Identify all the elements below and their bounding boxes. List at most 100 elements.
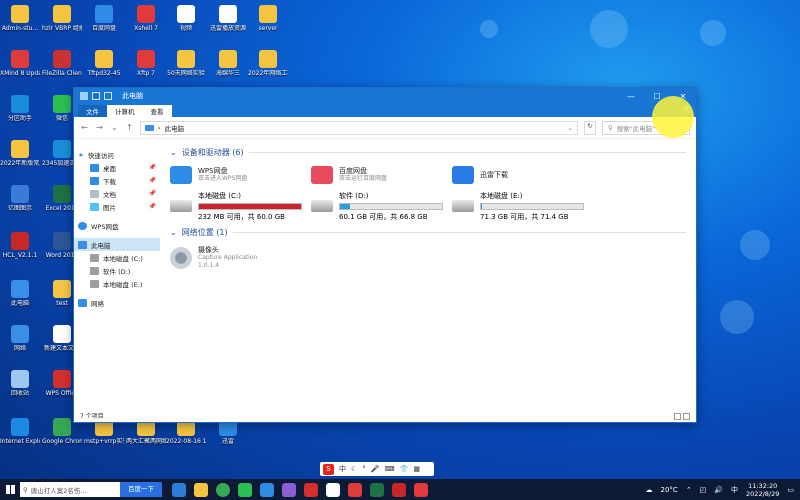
moon-icon[interactable]: ☾ bbox=[351, 465, 357, 473]
desktop-icon[interactable]: 海绵华三 bbox=[208, 50, 248, 77]
back-button[interactable]: ← bbox=[80, 123, 89, 132]
xshell-icon[interactable] bbox=[348, 482, 362, 497]
nav-desktop[interactable]: 桌面 📌 bbox=[74, 161, 160, 174]
device-tile[interactable]: 迅雷下载 bbox=[452, 161, 593, 189]
file-explorer-icon[interactable] bbox=[194, 482, 208, 497]
desktop-icon[interactable]: 此电脑 bbox=[0, 280, 40, 307]
large-icons-view-button[interactable] bbox=[683, 413, 690, 420]
punctuation-icon[interactable]: ° bbox=[362, 465, 366, 473]
desktop-icon[interactable]: 2022年网络工程... bbox=[248, 50, 288, 77]
nav-wps[interactable]: WPS网盘 bbox=[74, 219, 160, 232]
clock-time: 11:32:20 bbox=[748, 481, 778, 490]
keyboard-icon[interactable]: ⌨ bbox=[385, 465, 395, 473]
drive-icon bbox=[90, 279, 99, 288]
desktop-icon[interactable]: 50天网络实验 bbox=[166, 50, 206, 77]
app-icon bbox=[53, 50, 71, 68]
nav-drive-e[interactable]: 本地磁盘 (E:) bbox=[74, 277, 160, 290]
network-device-camera[interactable]: 摄像头 Capture Application 1.0.1.4 bbox=[170, 241, 311, 275]
address-bar[interactable]: › 此电脑 ⌄ bbox=[140, 120, 578, 135]
desktop-icon[interactable]: Xshell 7 bbox=[126, 5, 166, 32]
desktop-icon[interactable]: 网络 bbox=[0, 325, 40, 352]
app-icon[interactable] bbox=[326, 482, 340, 497]
app-icon[interactable] bbox=[282, 482, 296, 497]
up-button[interactable]: ↑ bbox=[125, 123, 134, 132]
network-icon[interactable]: ◰ bbox=[700, 486, 707, 494]
undo-icon[interactable] bbox=[92, 92, 100, 100]
baidu-netdisk-icon[interactable] bbox=[260, 482, 274, 497]
desktop-icon[interactable]: 视频 bbox=[166, 5, 206, 32]
desktop-icon[interactable]: 2022年新版常用工具箱 bbox=[0, 140, 40, 167]
device-tile[interactable]: WPS网盘 双击进入WPS网盘 bbox=[170, 161, 311, 189]
desktop-icon[interactable]: FileZilla Client bbox=[42, 50, 82, 77]
details-view-button[interactable] bbox=[674, 413, 681, 420]
pictures-icon bbox=[90, 202, 99, 211]
device-tile[interactable]: 百度网盘 双击运行百度网盘 bbox=[311, 161, 452, 189]
nav-network[interactable]: 网络 bbox=[74, 296, 160, 309]
drive-tile[interactable]: 本地磁盘 (E:) 71.3 GB 可用，共 71.4 GB bbox=[452, 192, 593, 221]
desktop-icon-label: 此电脑 bbox=[10, 300, 29, 307]
tab-view[interactable]: 查看 bbox=[142, 105, 172, 117]
app-icon bbox=[137, 50, 155, 68]
nav-documents[interactable]: 文档 📌 bbox=[74, 187, 160, 200]
desktop-icon[interactable]: server bbox=[248, 5, 288, 32]
weather-temperature[interactable]: 20°C bbox=[661, 486, 678, 494]
chevron-down-icon[interactable]: ⌄ bbox=[568, 124, 573, 132]
shirt-icon[interactable]: 👕 bbox=[400, 465, 409, 473]
desktop-icon[interactable]: Tftpd32-45 bbox=[84, 50, 124, 77]
notification-icon[interactable]: ▭ bbox=[787, 486, 794, 494]
hcl-icon[interactable] bbox=[392, 482, 406, 497]
ime-toolbar[interactable]: S 中 ☾ ° 🎤 ⌨ 👕 ▦ bbox=[320, 462, 434, 476]
clock[interactable]: 11:32:20 2022/8/29 bbox=[746, 482, 779, 498]
recent-button[interactable]: ⌄ bbox=[110, 123, 119, 132]
nav-downloads[interactable]: 下载 📌 bbox=[74, 174, 160, 187]
desktop-icon[interactable]: HCL_V2.1.1 bbox=[0, 232, 40, 259]
breadcrumb[interactable]: 此电脑 bbox=[165, 123, 185, 133]
desktop-icon[interactable]: Xftp 7 bbox=[126, 50, 166, 77]
nav-quick-access[interactable]: ★ 快速访问 bbox=[74, 148, 160, 161]
devices-section-header[interactable]: ⌄ 设备和驱动器 (6) bbox=[170, 146, 686, 158]
chevron-up-icon[interactable]: ⌃ bbox=[686, 486, 692, 494]
baidu-search-button[interactable]: 百度一下 bbox=[120, 482, 162, 497]
mic-icon[interactable]: 🎤 bbox=[371, 465, 380, 473]
desktop-icon[interactable]: 迅雷播放资源 bbox=[208, 5, 248, 32]
minimize-button[interactable]: — bbox=[618, 92, 644, 101]
desktop-icon-label: Google Chrome bbox=[42, 438, 82, 445]
desktop-icon[interactable]: 回收站 bbox=[0, 370, 40, 397]
drive-free-space: 71.3 GB 可用，共 71.4 GB bbox=[480, 212, 569, 221]
desktop-icon[interactable]: 百度网盘 bbox=[84, 5, 124, 32]
forward-button[interactable]: → bbox=[95, 123, 104, 132]
excel-icon[interactable] bbox=[370, 482, 384, 497]
volume-icon[interactable]: 🔊 bbox=[714, 486, 723, 494]
xftp-icon[interactable] bbox=[414, 482, 428, 497]
tab-computer[interactable]: 计算机 bbox=[107, 105, 143, 117]
wps-icon[interactable] bbox=[304, 482, 318, 497]
search-icon: ⚲ bbox=[23, 485, 28, 494]
desktop-icon[interactable]: Internet Explorer bbox=[0, 418, 40, 445]
refresh-button[interactable]: ↻ bbox=[584, 120, 596, 135]
desktop-icon[interactable]: 分区助手 bbox=[0, 95, 40, 122]
nav-drive-d[interactable]: 软件 (D:) bbox=[74, 264, 160, 277]
nav-this-pc[interactable]: 此电脑 bbox=[74, 238, 160, 251]
nav-drive-c[interactable]: 本地磁盘 (C:) bbox=[74, 251, 160, 264]
desktop-icon[interactable]: Admin-stu... bbox=[0, 5, 40, 32]
nav-pictures[interactable]: 图片 📌 bbox=[74, 200, 160, 213]
chrome-icon[interactable] bbox=[216, 482, 230, 497]
desktop-icon[interactable]: XMind 8 Update 9 bbox=[0, 50, 40, 77]
taskbar-search[interactable]: ⚲ 唐山打人案2名伤... bbox=[20, 482, 120, 497]
desktop-icon[interactable]: 亿图图示 bbox=[0, 185, 40, 212]
task-view-icon[interactable] bbox=[172, 482, 186, 497]
network-section-header[interactable]: ⌄ 网络位置 (1) bbox=[170, 226, 686, 238]
ime-mode[interactable]: 中 bbox=[339, 464, 346, 474]
app-icon bbox=[219, 5, 237, 23]
ime-indicator[interactable]: 中 bbox=[731, 485, 738, 495]
wechat-icon[interactable] bbox=[238, 482, 252, 497]
start-button[interactable] bbox=[0, 479, 20, 500]
pc-icon bbox=[78, 240, 87, 249]
tab-file[interactable]: 文件 bbox=[78, 105, 107, 117]
drive-tile[interactable]: 软件 (D:) 60.1 GB 可用，共 66.8 GB bbox=[311, 192, 452, 221]
app-icon bbox=[53, 280, 71, 298]
drive-tile[interactable]: 本地磁盘 (C:) 232 MB 可用，共 60.0 GB bbox=[170, 192, 311, 221]
properties-icon[interactable] bbox=[104, 92, 112, 100]
desktop-icon[interactable]: hzlr VBRP 组播服务... bbox=[42, 5, 82, 32]
grid-icon[interactable]: ▦ bbox=[413, 465, 420, 473]
